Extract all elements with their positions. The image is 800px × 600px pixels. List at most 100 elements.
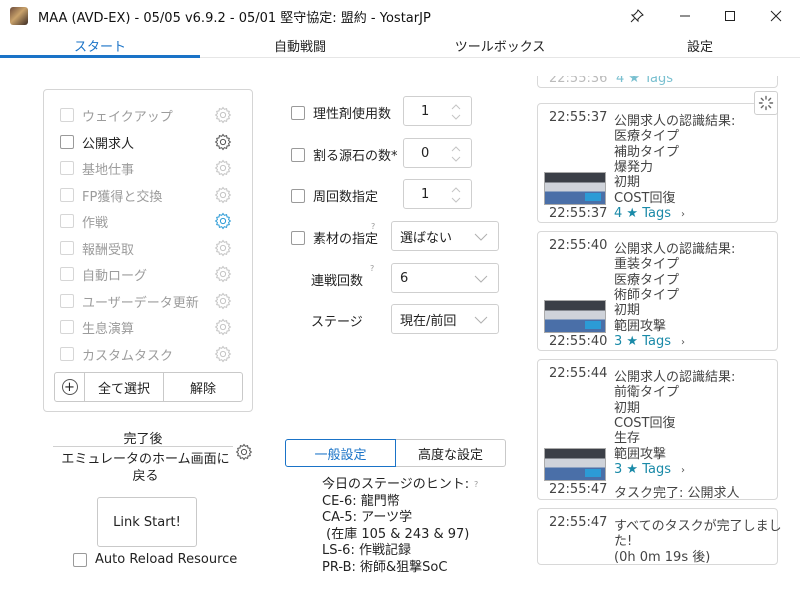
stage-select[interactable]: 現在/前回 bbox=[391, 304, 499, 334]
task-checkbox[interactable] bbox=[60, 135, 74, 149]
log-tags: 4 ★ Tags bbox=[616, 76, 673, 86]
screenshot-thumbnail[interactable] bbox=[544, 172, 606, 205]
log-tags[interactable]: 3 ★ Tags › bbox=[614, 334, 685, 349]
task-label: ウェイクアップ bbox=[82, 109, 173, 125]
stage-hints: 今日のステージのヒント: CE-6: 龍門幣 CA-5: アーツ学 (在庫 10… bbox=[322, 477, 512, 576]
material-checkbox[interactable] bbox=[291, 230, 305, 245]
close-button[interactable] bbox=[753, 0, 799, 32]
gear-icon[interactable] bbox=[214, 292, 232, 310]
help-icon[interactable]: ? bbox=[371, 222, 375, 231]
advanced-settings-tab[interactable]: 高度な設定 bbox=[396, 439, 506, 467]
log-time: 22:55:47 bbox=[549, 482, 608, 497]
log-tags[interactable]: 3 ★ Tags › bbox=[614, 462, 685, 477]
task-checkbox[interactable] bbox=[60, 188, 74, 202]
material-label: 素材の指定 bbox=[313, 232, 379, 247]
gear-icon[interactable] bbox=[214, 239, 232, 257]
task-item-fp[interactable]: FP獲得と交換 bbox=[60, 185, 240, 205]
maximize-button[interactable] bbox=[707, 0, 753, 32]
times-input[interactable]: 1 bbox=[403, 179, 472, 209]
tab-toolbox[interactable]: ツールボックス bbox=[400, 32, 600, 58]
sanity-potion-label: 理性剤使用数 bbox=[313, 107, 392, 122]
spinner-icon[interactable] bbox=[451, 186, 461, 204]
task-checkbox[interactable] bbox=[60, 347, 74, 361]
task-item-wakeup[interactable]: ウェイクアップ bbox=[60, 105, 240, 125]
tab-settings[interactable]: 設定 bbox=[600, 32, 800, 58]
gear-icon[interactable] bbox=[214, 212, 232, 230]
task-checkbox[interactable] bbox=[60, 214, 74, 228]
task-item-user-data[interactable]: ユーザーデータ更新 bbox=[60, 291, 240, 311]
spinner-icon[interactable] bbox=[451, 145, 461, 163]
task-checkbox[interactable] bbox=[60, 294, 74, 308]
link-start-button[interactable]: Link Start! bbox=[97, 497, 197, 547]
task-checkbox[interactable] bbox=[60, 320, 74, 334]
task-item-reclamation[interactable]: 生息演算 bbox=[60, 317, 240, 337]
help-icon[interactable]: ? bbox=[474, 480, 478, 489]
log-time: 22:55:40 bbox=[549, 238, 608, 253]
task-item-rewards[interactable]: 報酬受取 bbox=[60, 238, 240, 258]
task-checkbox[interactable] bbox=[60, 161, 74, 175]
task-label: 自動ローグ bbox=[82, 268, 148, 284]
hint-line: CE-6: 龍門幣 bbox=[322, 493, 400, 509]
log-time: 22:55:44 bbox=[549, 366, 608, 381]
series-select[interactable]: 6 bbox=[391, 263, 499, 293]
series-label: 連戦回数 bbox=[311, 274, 364, 289]
auto-reload-checkbox[interactable] bbox=[73, 552, 87, 567]
originium-input[interactable]: 0 bbox=[403, 138, 472, 168]
task-checkbox[interactable] bbox=[60, 267, 74, 281]
spinner-icon[interactable] bbox=[451, 103, 461, 121]
sanity-potion-checkbox[interactable] bbox=[291, 105, 305, 120]
log-line: すべてのタスクが完了しまし bbox=[614, 519, 782, 534]
task-item-recruit[interactable]: 公開求人 bbox=[60, 132, 240, 152]
log-tags[interactable]: 4 ★ Tags › bbox=[614, 206, 685, 221]
task-checkbox[interactable] bbox=[60, 108, 74, 122]
select-all-button[interactable]: 全て選択 bbox=[85, 373, 163, 401]
gear-icon[interactable] bbox=[214, 106, 232, 124]
log-line: (0h 0m 19s 後) bbox=[614, 550, 711, 565]
general-settings-tab[interactable]: 一般設定 bbox=[285, 439, 396, 467]
task-item-custom[interactable]: カスタムタスク bbox=[60, 344, 240, 364]
gear-icon[interactable] bbox=[214, 186, 232, 204]
material-select[interactable]: 選ばない bbox=[391, 221, 499, 251]
times-checkbox[interactable] bbox=[291, 188, 305, 203]
gear-icon[interactable] bbox=[214, 133, 232, 151]
gear-icon[interactable] bbox=[214, 318, 232, 336]
task-checkbox[interactable] bbox=[60, 241, 74, 255]
plus-icon: + bbox=[61, 379, 78, 395]
times-option[interactable]: 周回数指定 bbox=[291, 186, 378, 205]
screenshot-thumbnail[interactable] bbox=[544, 300, 606, 333]
task-item-base[interactable]: 基地仕事 bbox=[60, 158, 240, 178]
log-card: 22:55:37 公開求人の認識結果: 医療タイプ 補助タイプ 爆発力 初期 C… bbox=[537, 103, 778, 223]
title-bar: MAA (AVD-EX) - 05/05 v6.9.2 - 05/01 堅守協定… bbox=[0, 0, 800, 32]
chevron-right-icon: › bbox=[680, 465, 685, 476]
task-item-combat[interactable]: 作戦 bbox=[60, 211, 240, 231]
log-card: 22:55:47 すべてのタスクが完了しまし た! (0h 0m 19s 後) bbox=[537, 508, 782, 565]
chevron-down-icon bbox=[474, 316, 488, 324]
add-task-button[interactable]: + bbox=[55, 373, 85, 401]
log-time: 22:55:37 bbox=[549, 206, 608, 221]
minimize-button[interactable] bbox=[662, 0, 708, 32]
task-item-roguelike[interactable]: 自動ローグ bbox=[60, 264, 240, 284]
material-value: 選ばない bbox=[400, 230, 453, 246]
originium-option[interactable]: 割る源石の数* bbox=[291, 145, 398, 164]
gear-icon[interactable] bbox=[214, 345, 232, 363]
gear-icon[interactable] bbox=[235, 443, 253, 461]
material-option[interactable]: 素材の指定 bbox=[291, 228, 378, 247]
screenshot-thumbnail[interactable] bbox=[544, 448, 606, 481]
log-panel[interactable]: 22:55:36 4 ★ Tags 22:55:37 公開求人の認識結果: 医療… bbox=[537, 76, 782, 600]
after-completion-label: 完了後 bbox=[123, 432, 163, 447]
window-title: MAA (AVD-EX) - 05/05 v6.9.2 - 05/01 堅守協定… bbox=[38, 11, 431, 26]
sanity-potion-option[interactable]: 理性剤使用数 bbox=[291, 103, 391, 122]
originium-label: 割る源石の数* bbox=[313, 149, 398, 164]
auto-reload-option[interactable]: Auto Reload Resource bbox=[73, 552, 237, 567]
clear-button[interactable]: 解除 bbox=[163, 373, 242, 401]
gear-icon[interactable] bbox=[214, 159, 232, 177]
help-icon[interactable]: ? bbox=[370, 264, 374, 273]
task-label: FP獲得と交換 bbox=[82, 189, 163, 205]
after-completion-select[interactable]: エミュレータのホーム画面に戻る bbox=[58, 451, 233, 485]
pin-button[interactable] bbox=[614, 0, 660, 32]
loading-icon[interactable] bbox=[754, 91, 778, 115]
tab-auto-battle[interactable]: 自動戦闘 bbox=[200, 32, 400, 58]
gear-icon[interactable] bbox=[214, 265, 232, 283]
sanity-potion-input[interactable]: 1 bbox=[403, 96, 472, 126]
originium-checkbox[interactable] bbox=[291, 147, 305, 162]
